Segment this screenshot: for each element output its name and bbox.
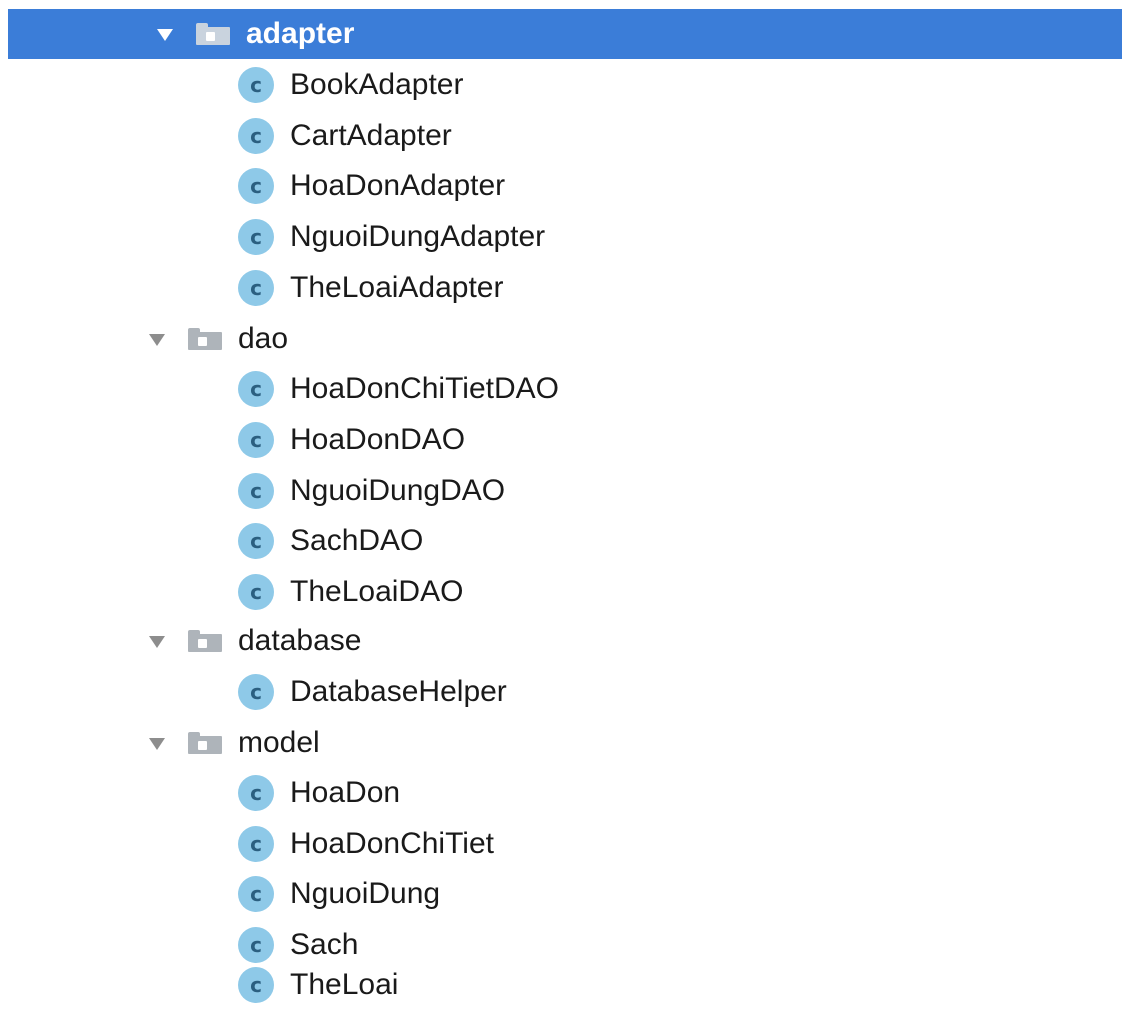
folder-row-adapter[interactable]: adapter [8,9,1122,59]
class-icon: c [238,674,274,710]
class-row[interactable]: c HoaDonChiTietDAO [0,364,1122,414]
folder-row-dao[interactable]: dao [0,314,1122,364]
class-row[interactable]: c TheLoaiAdapter [0,263,1122,313]
package-folder-icon [188,732,222,754]
class-label: HoaDonChiTietDAO [290,372,559,405]
class-label: NguoiDungDAO [290,474,506,507]
class-label: HoaDonDAO [290,423,466,456]
class-label: CartAdapter [290,119,452,152]
class-label: TheLoai [290,968,399,1001]
class-label: Sach [290,928,359,961]
class-row[interactable]: c HoaDon [0,768,1122,818]
class-label: NguoiDungAdapter [290,220,546,253]
class-icon: c [238,775,274,811]
class-row[interactable]: c TheLoai [0,960,1122,1010]
class-icon: c [238,168,274,204]
class-row[interactable]: c HoaDonDAO [0,415,1122,465]
class-row[interactable]: c SachDAO [0,516,1122,566]
class-row[interactable]: c HoaDonAdapter [0,161,1122,211]
class-icon: c [238,473,274,509]
class-row[interactable]: c NguoiDungDAO [0,466,1122,516]
class-row[interactable]: c NguoiDungAdapter [0,212,1122,262]
class-label: DatabaseHelper [290,675,507,708]
package-folder-icon [196,23,230,45]
class-row[interactable]: c CartAdapter [0,111,1122,161]
class-label: TheLoaiAdapter [290,271,504,304]
class-icon: c [238,422,274,458]
expand-arrow-icon[interactable] [148,734,166,752]
class-icon: c [238,574,274,610]
class-label: HoaDonAdapter [290,169,506,202]
class-icon: c [238,219,274,255]
class-icon: c [238,876,274,912]
class-label: HoaDonChiTiet [290,827,494,860]
folder-label: adapter [246,17,355,50]
package-folder-icon [188,630,222,652]
class-icon: c [238,118,274,154]
expand-arrow-icon[interactable] [148,632,166,650]
class-icon: c [238,371,274,407]
class-icon: c [238,826,274,862]
project-tree: adapter c BookAdapter c CartAdapter c Ho… [0,0,1122,1013]
class-row[interactable]: c TheLoaiDAO [0,567,1122,617]
expand-arrow-icon[interactable] [156,25,174,43]
class-icon: c [238,270,274,306]
folder-label: dao [238,322,289,355]
folder-row-database[interactable]: database [0,616,1122,666]
class-label: BookAdapter [290,68,464,101]
class-row[interactable]: c NguoiDung [0,869,1122,919]
package-folder-icon [188,328,222,350]
folder-row-model[interactable]: model [0,718,1122,768]
folder-label: database [238,624,362,657]
class-label: TheLoaiDAO [290,575,464,608]
class-row[interactable]: c BookAdapter [0,60,1122,110]
class-icon: c [238,523,274,559]
class-label: NguoiDung [290,877,441,910]
class-icon: c [238,67,274,103]
class-icon: c [238,927,274,963]
expand-arrow-icon[interactable] [148,330,166,348]
class-icon: c [238,967,274,1003]
class-label: SachDAO [290,524,424,557]
class-row[interactable]: c HoaDonChiTiet [0,819,1122,869]
class-row[interactable]: c DatabaseHelper [0,667,1122,717]
class-label: HoaDon [290,776,401,809]
folder-label: model [238,726,320,759]
